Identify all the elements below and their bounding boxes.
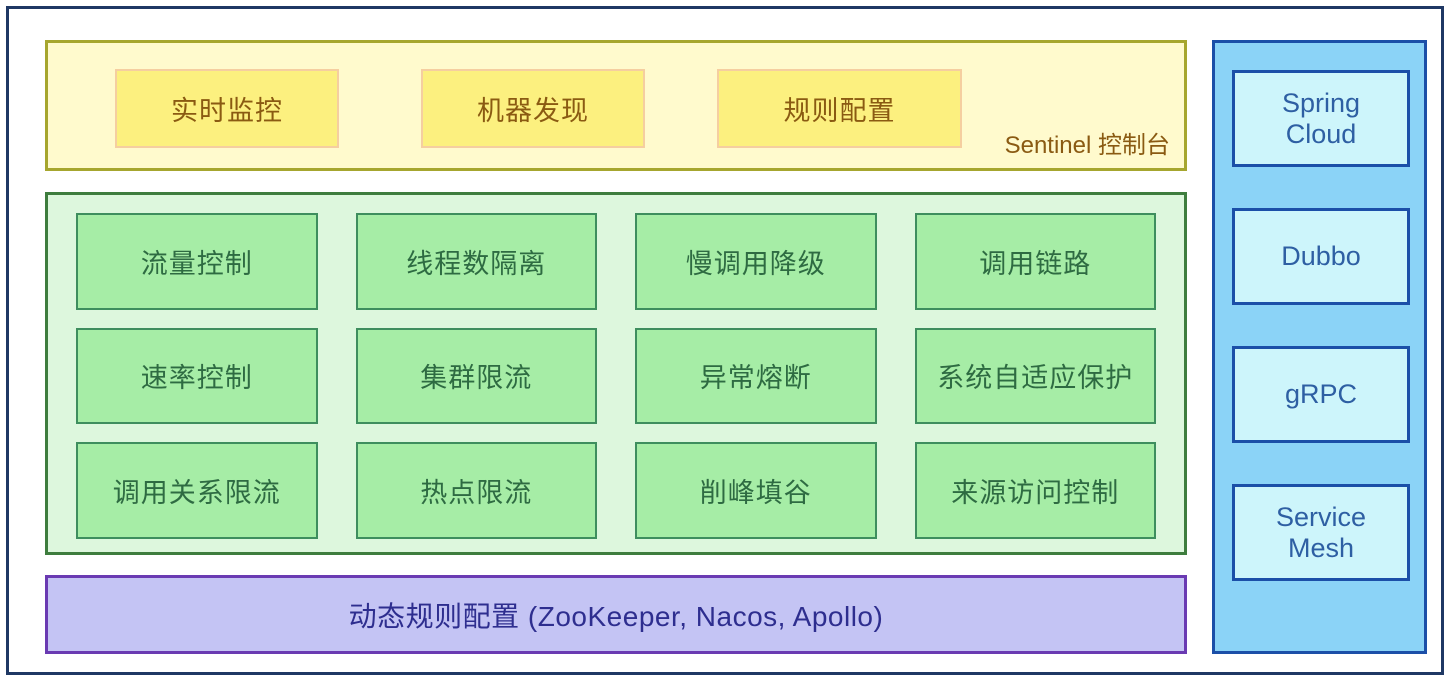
feature-box-label: 系统自适应保护 [937,363,1134,394]
sentinel-console-caption: Sentinel 控制台 [1004,132,1170,159]
adapters-panel: Spring Cloud Dubbo gRPC Service Mesh [1212,40,1427,654]
adapter-box-spring-cloud[interactable]: Spring Cloud [1232,70,1410,167]
feature-box-flow-control[interactable]: 流量控制 [76,213,318,310]
feature-box-label: 热点限流 [420,478,533,509]
console-box-machine-discovery[interactable]: 机器发现 [421,69,645,148]
feature-box-label: 削峰填谷 [699,478,812,509]
console-box-rule-config[interactable]: 规则配置 [717,69,962,148]
feature-box-label: 异常熔断 [699,363,812,394]
sentinel-feature-panel: 流量控制 线程数隔离 慢调用降级 调用链路 速率控制 集群限流 异常熔断 系统自… [45,192,1187,555]
sentinel-console-panel: 实时监控 机器发现 规则配置 Sentinel 控制台 [45,40,1187,171]
feature-box-label: 速率控制 [140,363,253,394]
adapter-box-service-mesh[interactable]: Service Mesh [1232,484,1410,581]
feature-box-rate-control[interactable]: 速率控制 [76,327,318,425]
dynamic-rule-config-label: 动态规则配置 (ZooKeeper, Nacos, Apollo) [348,600,884,632]
feature-box-label: 集群限流 [420,363,533,394]
adapter-box-label: Spring Cloud [1281,88,1361,149]
feature-box-label: 线程数隔离 [406,248,547,279]
feature-box-hotspot-flow-limit[interactable]: 热点限流 [355,442,597,539]
feature-box-cluster-flow-limit[interactable]: 集群限流 [355,327,597,425]
adapter-box-grpc[interactable]: gRPC [1232,346,1410,443]
feature-box-label: 调用链路 [979,248,1092,279]
feature-box-label: 流量控制 [140,248,253,279]
feature-grid: 流量控制 线程数隔离 慢调用降级 调用链路 速率控制 集群限流 异常熔断 系统自… [76,213,1156,539]
console-box-realtime-monitor[interactable]: 实时监控 [115,69,339,148]
diagram-root: 实时监控 机器发现 规则配置 Sentinel 控制台 流量控制 线程数隔离 慢… [0,0,1456,682]
feature-box-call-chain[interactable]: 调用链路 [914,213,1156,310]
adapter-box-dubbo[interactable]: Dubbo [1232,208,1410,305]
console-box-label: 机器发现 [477,96,589,126]
console-box-label: 规则配置 [783,96,896,126]
feature-box-slow-call-degrade[interactable]: 慢调用降级 [635,213,877,310]
feature-box-peak-shaving[interactable]: 削峰填谷 [635,442,877,539]
feature-box-relation-flow-limit[interactable]: 调用关系限流 [76,442,318,539]
feature-box-label: 慢调用降级 [685,248,826,279]
feature-box-origin-access-control[interactable]: 来源访问控制 [914,442,1156,539]
adapter-box-label: Dubbo [1281,241,1361,272]
outer-frame: 实时监控 机器发现 规则配置 Sentinel 控制台 流量控制 线程数隔离 慢… [6,6,1444,675]
adapters-list: Spring Cloud Dubbo gRPC Service Mesh [1232,70,1410,630]
feature-box-label: 调用关系限流 [112,478,281,509]
feature-box-thread-isolation[interactable]: 线程数隔离 [355,213,597,310]
feature-box-system-adaptive-protection[interactable]: 系统自适应保护 [914,327,1156,425]
dynamic-rule-config-bar[interactable]: 动态规则配置 (ZooKeeper, Nacos, Apollo) [45,575,1187,654]
feature-box-exception-circuit-break[interactable]: 异常熔断 [635,327,877,425]
adapter-box-label: gRPC [1284,379,1358,410]
console-box-label: 实时监控 [171,96,283,126]
adapter-box-label: Service Mesh [1275,502,1367,563]
feature-box-label: 来源访问控制 [951,478,1120,509]
